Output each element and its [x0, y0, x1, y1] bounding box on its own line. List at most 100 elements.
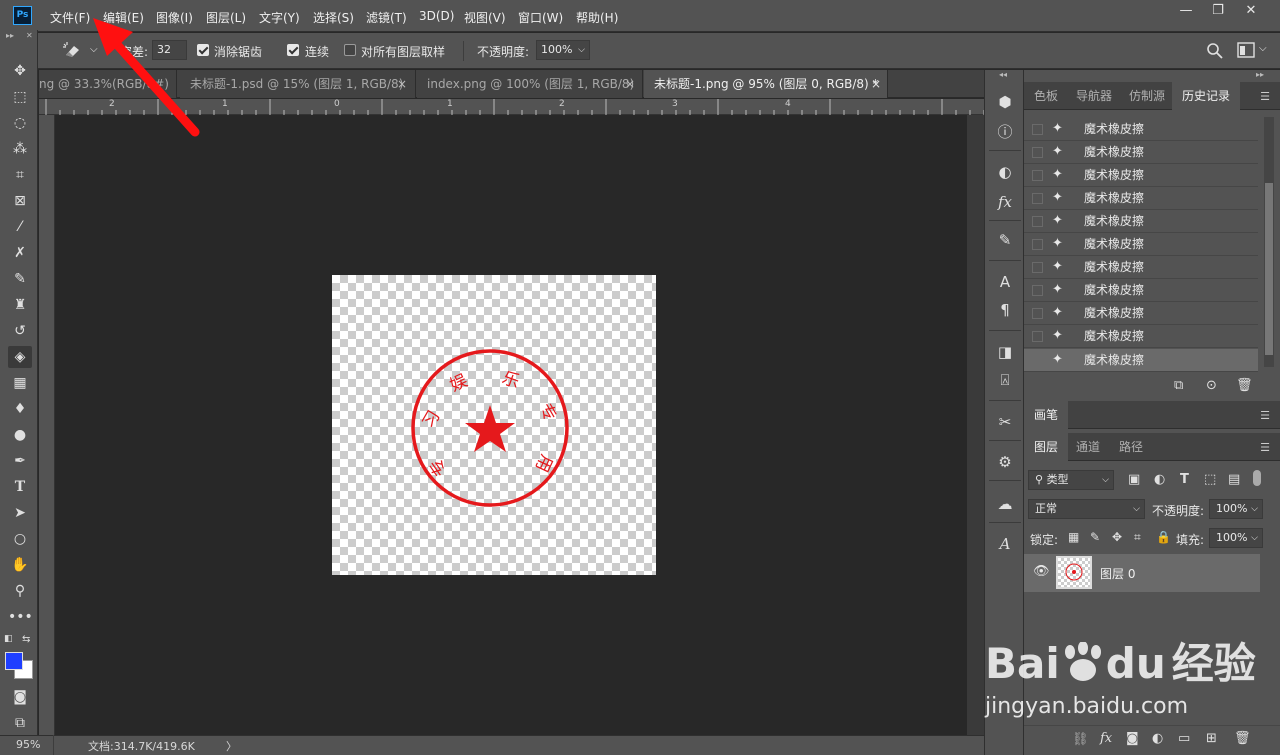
properties-panel-icon[interactable]: ⚙ — [993, 450, 1017, 474]
opacity-dropdown-icon[interactable]: ⌵ — [578, 41, 585, 59]
character-panel-icon[interactable]: A — [993, 270, 1017, 294]
history-source-box[interactable] — [1032, 193, 1043, 204]
menu-3d[interactable]: 3D(D) — [419, 9, 454, 23]
layer-opacity-input[interactable]: 100% ⌵ — [1209, 499, 1263, 519]
restore-button[interactable]: ❐ — [1203, 0, 1233, 24]
marquee-tool-icon[interactable]: ⬚ — [8, 86, 32, 108]
tab-doc-4-active[interactable]: 未标题-1.png @ 95% (图层 0, RGB/8) * — [644, 70, 888, 98]
lock-image-icon[interactable]: ✎ — [1090, 530, 1100, 544]
tab-paths[interactable]: 路径 — [1109, 433, 1153, 461]
gradient-tool-icon[interactable]: ▦ — [8, 372, 32, 394]
contiguous-checkbox[interactable] — [287, 44, 299, 56]
brush-tool-icon[interactable]: ✎ — [8, 268, 32, 290]
brush-panel-menu-icon[interactable]: ☰ — [1260, 409, 1270, 422]
lock-position-icon[interactable]: ✥ — [1112, 530, 1122, 544]
tab-doc-3-close-icon[interactable]: × — [625, 70, 635, 98]
filter-adjustment-icon[interactable]: ◐ — [1154, 472, 1165, 487]
character-styles-panel-icon[interactable]: ⍓ — [993, 368, 1017, 392]
lock-artboard-icon[interactable]: ⌗ — [1134, 530, 1141, 545]
filter-smart-object-icon[interactable]: ▤ — [1228, 472, 1240, 487]
collapse-dock-icon[interactable]: ◂◂ — [999, 70, 1007, 79]
history-item[interactable]: ✦ 魔术橡皮擦 — [1024, 279, 1258, 302]
3d-panel-icon[interactable]: ⬢ — [993, 90, 1017, 114]
add-mask-icon[interactable]: ◙ — [1126, 731, 1139, 746]
tool-presets-panel-icon[interactable]: ✂ — [993, 410, 1017, 434]
layer-name[interactable]: 图层 0 — [1100, 565, 1135, 582]
crop-tool-icon[interactable]: ⌗ — [8, 164, 32, 186]
ellipse-tool-icon[interactable]: ○ — [8, 528, 32, 550]
search-icon[interactable] — [1206, 42, 1224, 60]
document-canvas[interactable]: 习 娱 乐 专 用 专 — [332, 275, 656, 575]
history-source-box[interactable] — [1032, 331, 1043, 342]
zoom-level[interactable]: 95% — [16, 738, 40, 751]
history-item[interactable]: ✦ 魔术橡皮擦 — [1024, 325, 1258, 348]
history-item[interactable]: ✦ 魔术橡皮擦 — [1024, 233, 1258, 256]
menu-window[interactable]: 窗口(W) — [518, 9, 563, 26]
hand-tool-icon[interactable]: ✋ — [8, 554, 32, 576]
layer-thumbnail[interactable] — [1056, 556, 1092, 589]
sample-all-layers-checkbox[interactable] — [344, 44, 356, 56]
history-source-box[interactable] — [1032, 239, 1043, 250]
default-colors-icon[interactable]: ◧ — [4, 634, 13, 644]
foreground-color-swatch[interactable] — [5, 652, 23, 670]
pen-tool-icon[interactable]: ✒ — [8, 450, 32, 472]
create-snapshot-icon[interactable]: ⊙ — [1206, 378, 1217, 393]
status-menu-icon[interactable]: 〉 — [226, 738, 237, 754]
history-item[interactable]: ✦ 魔术橡皮擦 — [1024, 187, 1258, 210]
layer-filter-select[interactable]: ⚲ 类型 ⌵ — [1028, 470, 1114, 490]
paragraph-panel-icon[interactable]: ¶ — [993, 298, 1017, 322]
filter-pixel-icon[interactable]: ▣ — [1128, 472, 1140, 487]
history-source-box[interactable] — [1032, 355, 1043, 366]
lock-all-icon[interactable]: 🔒 — [1156, 530, 1171, 544]
delete-state-icon[interactable]: 🗑 — [1236, 378, 1253, 393]
new-document-from-state-icon[interactable]: ⧉ — [1174, 378, 1183, 393]
history-scrollbar-thumb[interactable] — [1265, 183, 1273, 355]
zoom-tool-icon[interactable]: ⚲ — [8, 580, 32, 602]
menu-help[interactable]: 帮助(H) — [576, 9, 618, 26]
history-brush-tool-icon[interactable]: ↺ — [8, 320, 32, 342]
workspace-dropdown-icon[interactable]: ⌵ — [1259, 43, 1267, 54]
history-item[interactable]: ✦ 魔术橡皮擦 — [1024, 141, 1258, 164]
magic-wand-tool-icon[interactable]: ⁂ — [8, 138, 32, 160]
info-panel-icon[interactable]: ⓘ — [993, 120, 1017, 144]
brush-settings-panel-icon[interactable]: ✎ — [993, 228, 1017, 252]
link-layers-icon[interactable]: ⛓ — [1072, 732, 1089, 747]
history-source-box[interactable] — [1032, 308, 1043, 319]
layer-visibility-eye-icon[interactable]: 👁 — [1033, 564, 1050, 579]
menu-select[interactable]: 选择(S) — [313, 9, 354, 26]
paragraph-styles-panel-icon[interactable]: ◨ — [993, 340, 1017, 364]
filter-type-icon[interactable]: T — [1180, 472, 1189, 487]
menu-type[interactable]: 文字(Y) — [259, 9, 300, 26]
blur-tool-icon[interactable]: ♦ — [8, 398, 32, 420]
more-tools-icon[interactable]: ••• — [8, 606, 33, 628]
lasso-tool-icon[interactable]: ◌ — [8, 112, 32, 134]
history-source-box[interactable] — [1032, 147, 1043, 158]
photoshop-logo[interactable]: Ps — [13, 6, 32, 25]
workspace-icon[interactable] — [1237, 42, 1255, 58]
tab-history[interactable]: 历史记录 — [1172, 82, 1241, 110]
collapse-toolbar-icon[interactable]: ▸▸ — [6, 31, 14, 40]
tab-doc-4-close-icon[interactable]: × — [871, 70, 881, 98]
adjustments-panel-icon[interactable]: ◐ — [993, 160, 1017, 184]
history-item[interactable]: ✦ 魔术橡皮擦 — [1024, 256, 1258, 279]
type-tool-icon[interactable]: T — [8, 476, 32, 498]
history-item-current[interactable]: ✦ 魔术橡皮擦 — [1024, 349, 1258, 372]
tab-doc-3[interactable]: index.png @ 100% (图层 1, RGB/8) — [417, 70, 643, 98]
close-toolbar-icon[interactable]: ✕ — [26, 31, 33, 40]
magic-eraser-tool-icon[interactable]: ◈ — [8, 346, 32, 368]
history-panel-menu-icon[interactable]: ☰ — [1260, 90, 1270, 103]
quick-mask-icon[interactable]: ◙ — [8, 686, 32, 708]
magic-eraser-preset-icon[interactable] — [62, 41, 84, 59]
new-fill-adjustment-icon[interactable]: ◐ — [1152, 731, 1163, 746]
tab-doc-2[interactable]: 未标题-1.psd @ 15% (图层 1, RGB/8) — [180, 70, 416, 98]
frame-tool-icon[interactable]: ⊠ — [8, 190, 32, 212]
lock-transparent-icon[interactable]: ▦ — [1068, 530, 1079, 544]
history-source-box[interactable] — [1032, 170, 1043, 181]
tab-navigator[interactable]: 导航器 — [1066, 82, 1122, 110]
fill-input[interactable]: 100% ⌵ — [1209, 528, 1263, 548]
new-group-icon[interactable]: ▭ — [1178, 731, 1190, 746]
tab-doc-2-close-icon[interactable]: × — [397, 70, 407, 98]
opacity-input[interactable]: 100% ⌵ — [536, 40, 590, 60]
menu-layer[interactable]: 图层(L) — [206, 9, 246, 26]
clone-stamp-tool-icon[interactable]: ♜ — [8, 294, 32, 316]
